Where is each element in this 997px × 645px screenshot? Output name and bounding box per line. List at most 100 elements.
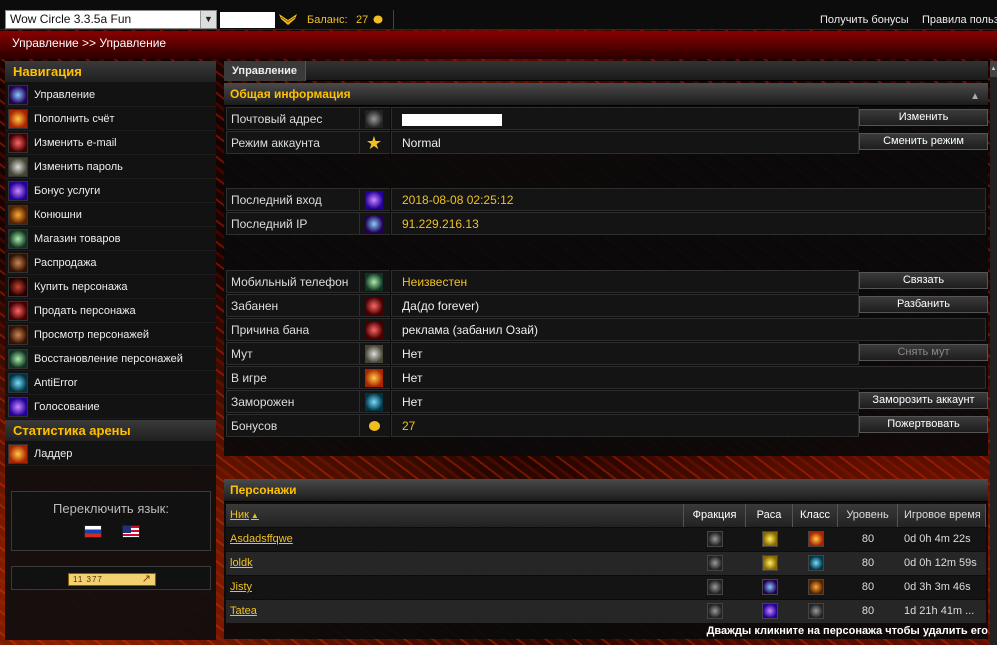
sidebar-item[interactable]: Магазин товаров	[5, 227, 216, 251]
change-email-button[interactable]: Изменить	[859, 109, 988, 126]
cell-faction	[684, 552, 746, 575]
sale-icon	[8, 252, 28, 273]
server-select[interactable]: Wow Circle 3.3.5a Fun ▼	[5, 10, 217, 29]
col-level[interactable]: Уровень	[838, 504, 898, 527]
sidebar-item-label: Просмотр персонажей	[34, 328, 150, 341]
collapse-icon[interactable]: ▲	[970, 85, 980, 108]
col-class[interactable]: Класс	[793, 504, 838, 527]
race-icon	[761, 579, 778, 596]
character-link[interactable]: Tatea	[230, 605, 257, 617]
mute-icon	[365, 345, 383, 363]
flag-us-icon[interactable]	[122, 525, 140, 538]
freeze-account-button[interactable]: Заморозить аккаунт	[859, 392, 988, 409]
email-icon	[8, 132, 28, 153]
sidebar-item[interactable]: Голосование	[5, 395, 216, 419]
general-info-title: Общая информация	[230, 87, 351, 101]
ban-icon	[365, 297, 383, 315]
cell-faction	[684, 528, 746, 551]
icon-cell	[360, 366, 390, 389]
faction-icon	[707, 531, 723, 548]
main-content: Управление Общая информация ▲ Почтовый а…	[224, 61, 988, 645]
icon-cell	[360, 318, 390, 341]
table-header: Ник ▲ Фракция Раса Класс Уровень Игровое …	[226, 504, 988, 527]
last-ip-label: Последний IP	[226, 212, 360, 235]
row-last-login: Последний вход 2018-08-08 02:25:12	[226, 188, 986, 212]
col-faction[interactable]: Фракция	[684, 504, 746, 527]
email-value	[391, 107, 859, 130]
sidebar-item[interactable]: Ладдер	[5, 442, 216, 466]
row-last-ip: Последний IP 91.229.216.13	[226, 212, 986, 236]
chevron-down-icon[interactable]: ▼	[200, 11, 216, 28]
character-link[interactable]: loldk	[230, 557, 253, 569]
sidebar-item[interactable]: Изменить e-mail	[5, 131, 216, 155]
sidebar-item-label: Управление	[34, 88, 96, 101]
scrollbar[interactable]: ▲	[990, 61, 997, 645]
sidebar-item-label: Изменить пароль	[34, 160, 123, 173]
sidebar-item[interactable]: Купить персонажа	[5, 275, 216, 299]
table-row[interactable]: Asdadsffqwe 80 0d 0h 4m 22s	[226, 528, 988, 551]
view-characters-icon	[8, 324, 28, 345]
sidebar-item[interactable]: AntiError	[5, 371, 216, 395]
row-frozen: Заморожен Нет Заморозить аккаунт	[226, 390, 988, 414]
divider	[393, 10, 394, 29]
sidebar-item[interactable]: Конюшни	[5, 203, 216, 227]
col-nick[interactable]: Ник ▲	[226, 504, 684, 527]
table-row[interactable]: loldk 80 0d 0h 12m 59s	[226, 552, 988, 575]
user-rules-link[interactable]: Правила польз	[922, 14, 997, 26]
phone-icon	[365, 273, 383, 291]
network-icon	[365, 215, 383, 233]
character-link[interactable]: Jisty	[230, 581, 252, 593]
sidebar-item[interactable]: Изменить пароль	[5, 155, 216, 179]
counter-box: 11 377 ↗	[11, 566, 211, 590]
sidebar-item[interactable]: Восстановление персонажей	[5, 347, 216, 371]
unban-button[interactable]: Разбанить	[859, 296, 988, 313]
icon-cell	[360, 212, 390, 235]
antierror-icon	[8, 372, 28, 393]
icon-cell	[360, 390, 390, 413]
unmute-button[interactable]: Снять мут	[859, 344, 988, 361]
in-game-label: В игре	[226, 366, 360, 389]
cell-faction	[684, 576, 746, 599]
email-redacted	[402, 113, 502, 126]
last-ip-value: 91.229.216.13	[391, 212, 986, 235]
row-banned: Забанен Да(до forever) Разбанить	[226, 294, 988, 318]
sidebar-item-label: Бонус услуги	[34, 184, 101, 197]
table-row[interactable]: Jisty 80 0d 3h 3m 46s	[226, 576, 988, 599]
flag-ru-icon[interactable]	[84, 525, 102, 538]
col-playtime[interactable]: Игровое время	[898, 504, 986, 527]
table-row[interactable]: Tatea 80 1d 21h 41m ...	[226, 600, 988, 623]
tab-management[interactable]: Управление	[224, 61, 307, 81]
sidebar-item[interactable]: Просмотр персонажей	[5, 323, 216, 347]
get-bonuses-link[interactable]: Получить бонусы	[820, 14, 909, 26]
cell-class	[793, 576, 838, 599]
sidebar-item-label: Продать персонажа	[34, 304, 136, 317]
row-account-mode: Режим аккаунта ★ Normal Сменить режим	[226, 131, 988, 155]
row-phone: Мобильный телефон Неизвестен Связать	[226, 270, 988, 294]
stables-icon	[8, 204, 28, 225]
sidebar-item[interactable]: Бонус услуги	[5, 179, 216, 203]
col-nick-label: Ник	[230, 509, 249, 521]
link-phone-button[interactable]: Связать	[859, 272, 988, 289]
sidebar-item[interactable]: Распродажа	[5, 251, 216, 275]
sidebar-item-label: Голосование	[34, 400, 100, 413]
cell-level: 80	[838, 528, 898, 551]
sidebar-item[interactable]: Продать персонажа	[5, 299, 216, 323]
scroll-up-icon[interactable]: ▲	[990, 61, 997, 77]
shop-icon	[8, 228, 28, 249]
col-race[interactable]: Раса	[746, 504, 793, 527]
character-link[interactable]: Asdadsffqwe	[230, 533, 293, 545]
row-in-game: В игре Нет	[226, 366, 986, 390]
sidebar-item-label: Купить персонажа	[34, 280, 128, 293]
sidebar-item[interactable]: Пополнить счёт	[5, 107, 216, 131]
donate-button[interactable]: Пожертвовать	[859, 416, 988, 433]
in-game-value: Нет	[391, 366, 986, 389]
faction-icon	[707, 579, 723, 596]
row-ban-reason: Причина бана реклама (забанил Озай)	[226, 318, 986, 342]
sidebar-item[interactable]: Управление	[5, 83, 216, 107]
icon-cell	[360, 294, 390, 317]
bonuses-value: 27	[391, 414, 859, 437]
visit-counter[interactable]: 11 377 ↗	[68, 573, 156, 586]
phone-label: Мобильный телефон	[226, 270, 360, 293]
cell-faction	[684, 600, 746, 623]
change-mode-button[interactable]: Сменить режим	[859, 133, 988, 150]
